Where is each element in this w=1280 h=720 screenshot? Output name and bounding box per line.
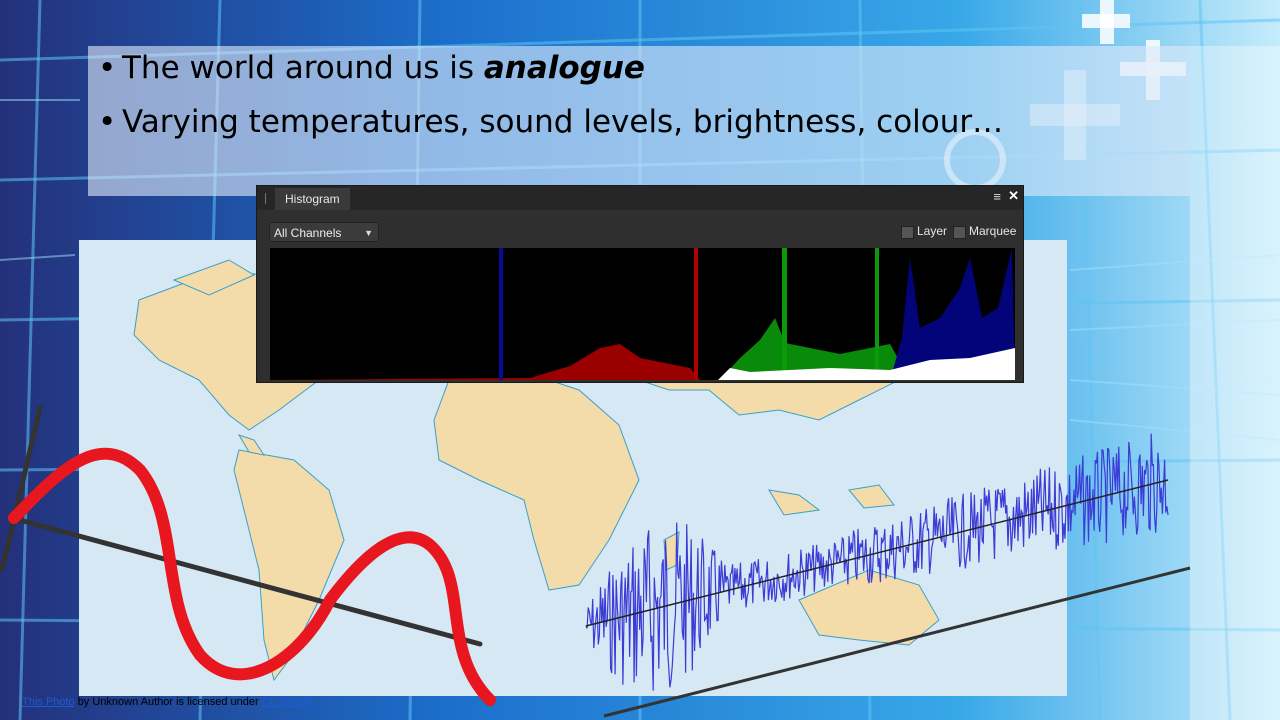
bullet-varying: • Varying temperatures, sound levels, bri… [98, 104, 1003, 140]
histogram-titlebar [257, 186, 1023, 210]
bullet-text: Varying temperatures, sound levels, brig… [122, 104, 1004, 140]
bullet-dot: • [98, 50, 117, 86]
photo-link[interactable]: This Photo [22, 696, 75, 708]
bullet-dot: • [98, 104, 117, 140]
image-credit: This Photo by Unknown Author is licensed… [22, 696, 313, 708]
bullet-text: The world around us is [122, 50, 484, 86]
chevron-down-icon: ▼ [364, 228, 373, 238]
credit-text: by Unknown Author is licensed under [74, 696, 262, 708]
layer-checkbox[interactable] [901, 226, 914, 239]
panel-grip[interactable] [265, 193, 266, 204]
menu-icon[interactable]: ≡ [993, 189, 1001, 204]
license-link[interactable]: CC BY-SA [262, 696, 313, 708]
histogram-panel: Histogram ≡ ✕ All Channels ▼ Layer Marqu… [256, 185, 1024, 383]
close-icon[interactable]: ✕ [1008, 188, 1019, 204]
marquee-checkbox[interactable] [953, 226, 966, 239]
channel-select-value: All Channels [274, 226, 342, 240]
layer-label: Layer [917, 224, 948, 238]
bullet-emphasis: analogue [483, 50, 645, 86]
slide: • The world around us is analogue • Varyin… [0, 0, 1280, 720]
marquee-label: Marquee [969, 224, 1017, 238]
tab-histogram[interactable]: Histogram [275, 188, 350, 210]
channel-select[interactable]: All Channels ▼ [269, 222, 379, 242]
bullet-analogue: • The world around us is analogue [98, 50, 645, 86]
histogram-plot [270, 248, 1015, 380]
